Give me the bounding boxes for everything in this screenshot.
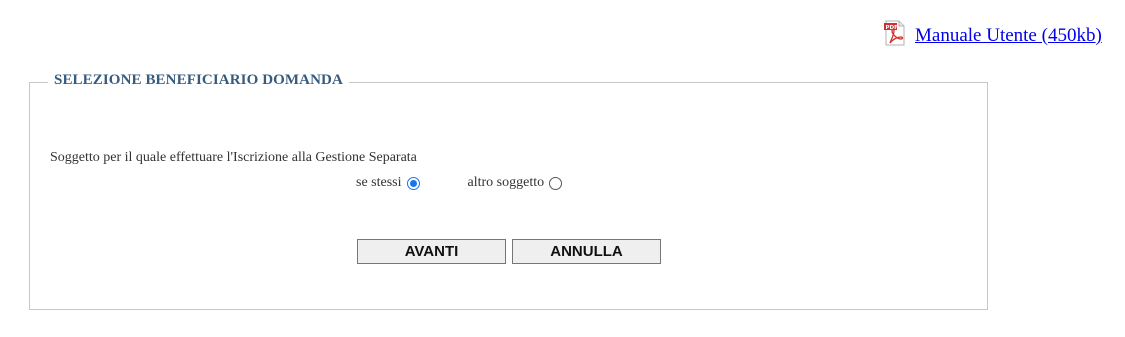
pdf-file-icon[interactable]: PDF [884, 20, 906, 46]
beneficiary-radio-group: se stessi altro soggetto [356, 175, 563, 191]
manual-user-link[interactable]: Manuale Utente (450kb) [915, 24, 1102, 48]
fieldset-legend: SELEZIONE BENEFICIARIO DOMANDA [48, 72, 349, 89]
annulla-button[interactable]: ANNULLA [512, 239, 661, 264]
beneficiary-selection-fieldset: SELEZIONE BENEFICIARIO DOMANDA Soggetto … [29, 72, 988, 310]
radio-altro-soggetto[interactable] [549, 176, 563, 190]
radio-label-se-stessi: se stessi [356, 175, 402, 190]
avanti-button[interactable]: AVANTI [357, 239, 506, 264]
radio-label-altro-soggetto: altro soggetto [467, 175, 545, 190]
radio-se-stessi[interactable] [406, 176, 420, 190]
manual-link-container: PDF Manuale Utente (450kb) [884, 20, 1102, 46]
question-label: Soggetto per il quale effettuare l'Iscri… [50, 150, 417, 165]
